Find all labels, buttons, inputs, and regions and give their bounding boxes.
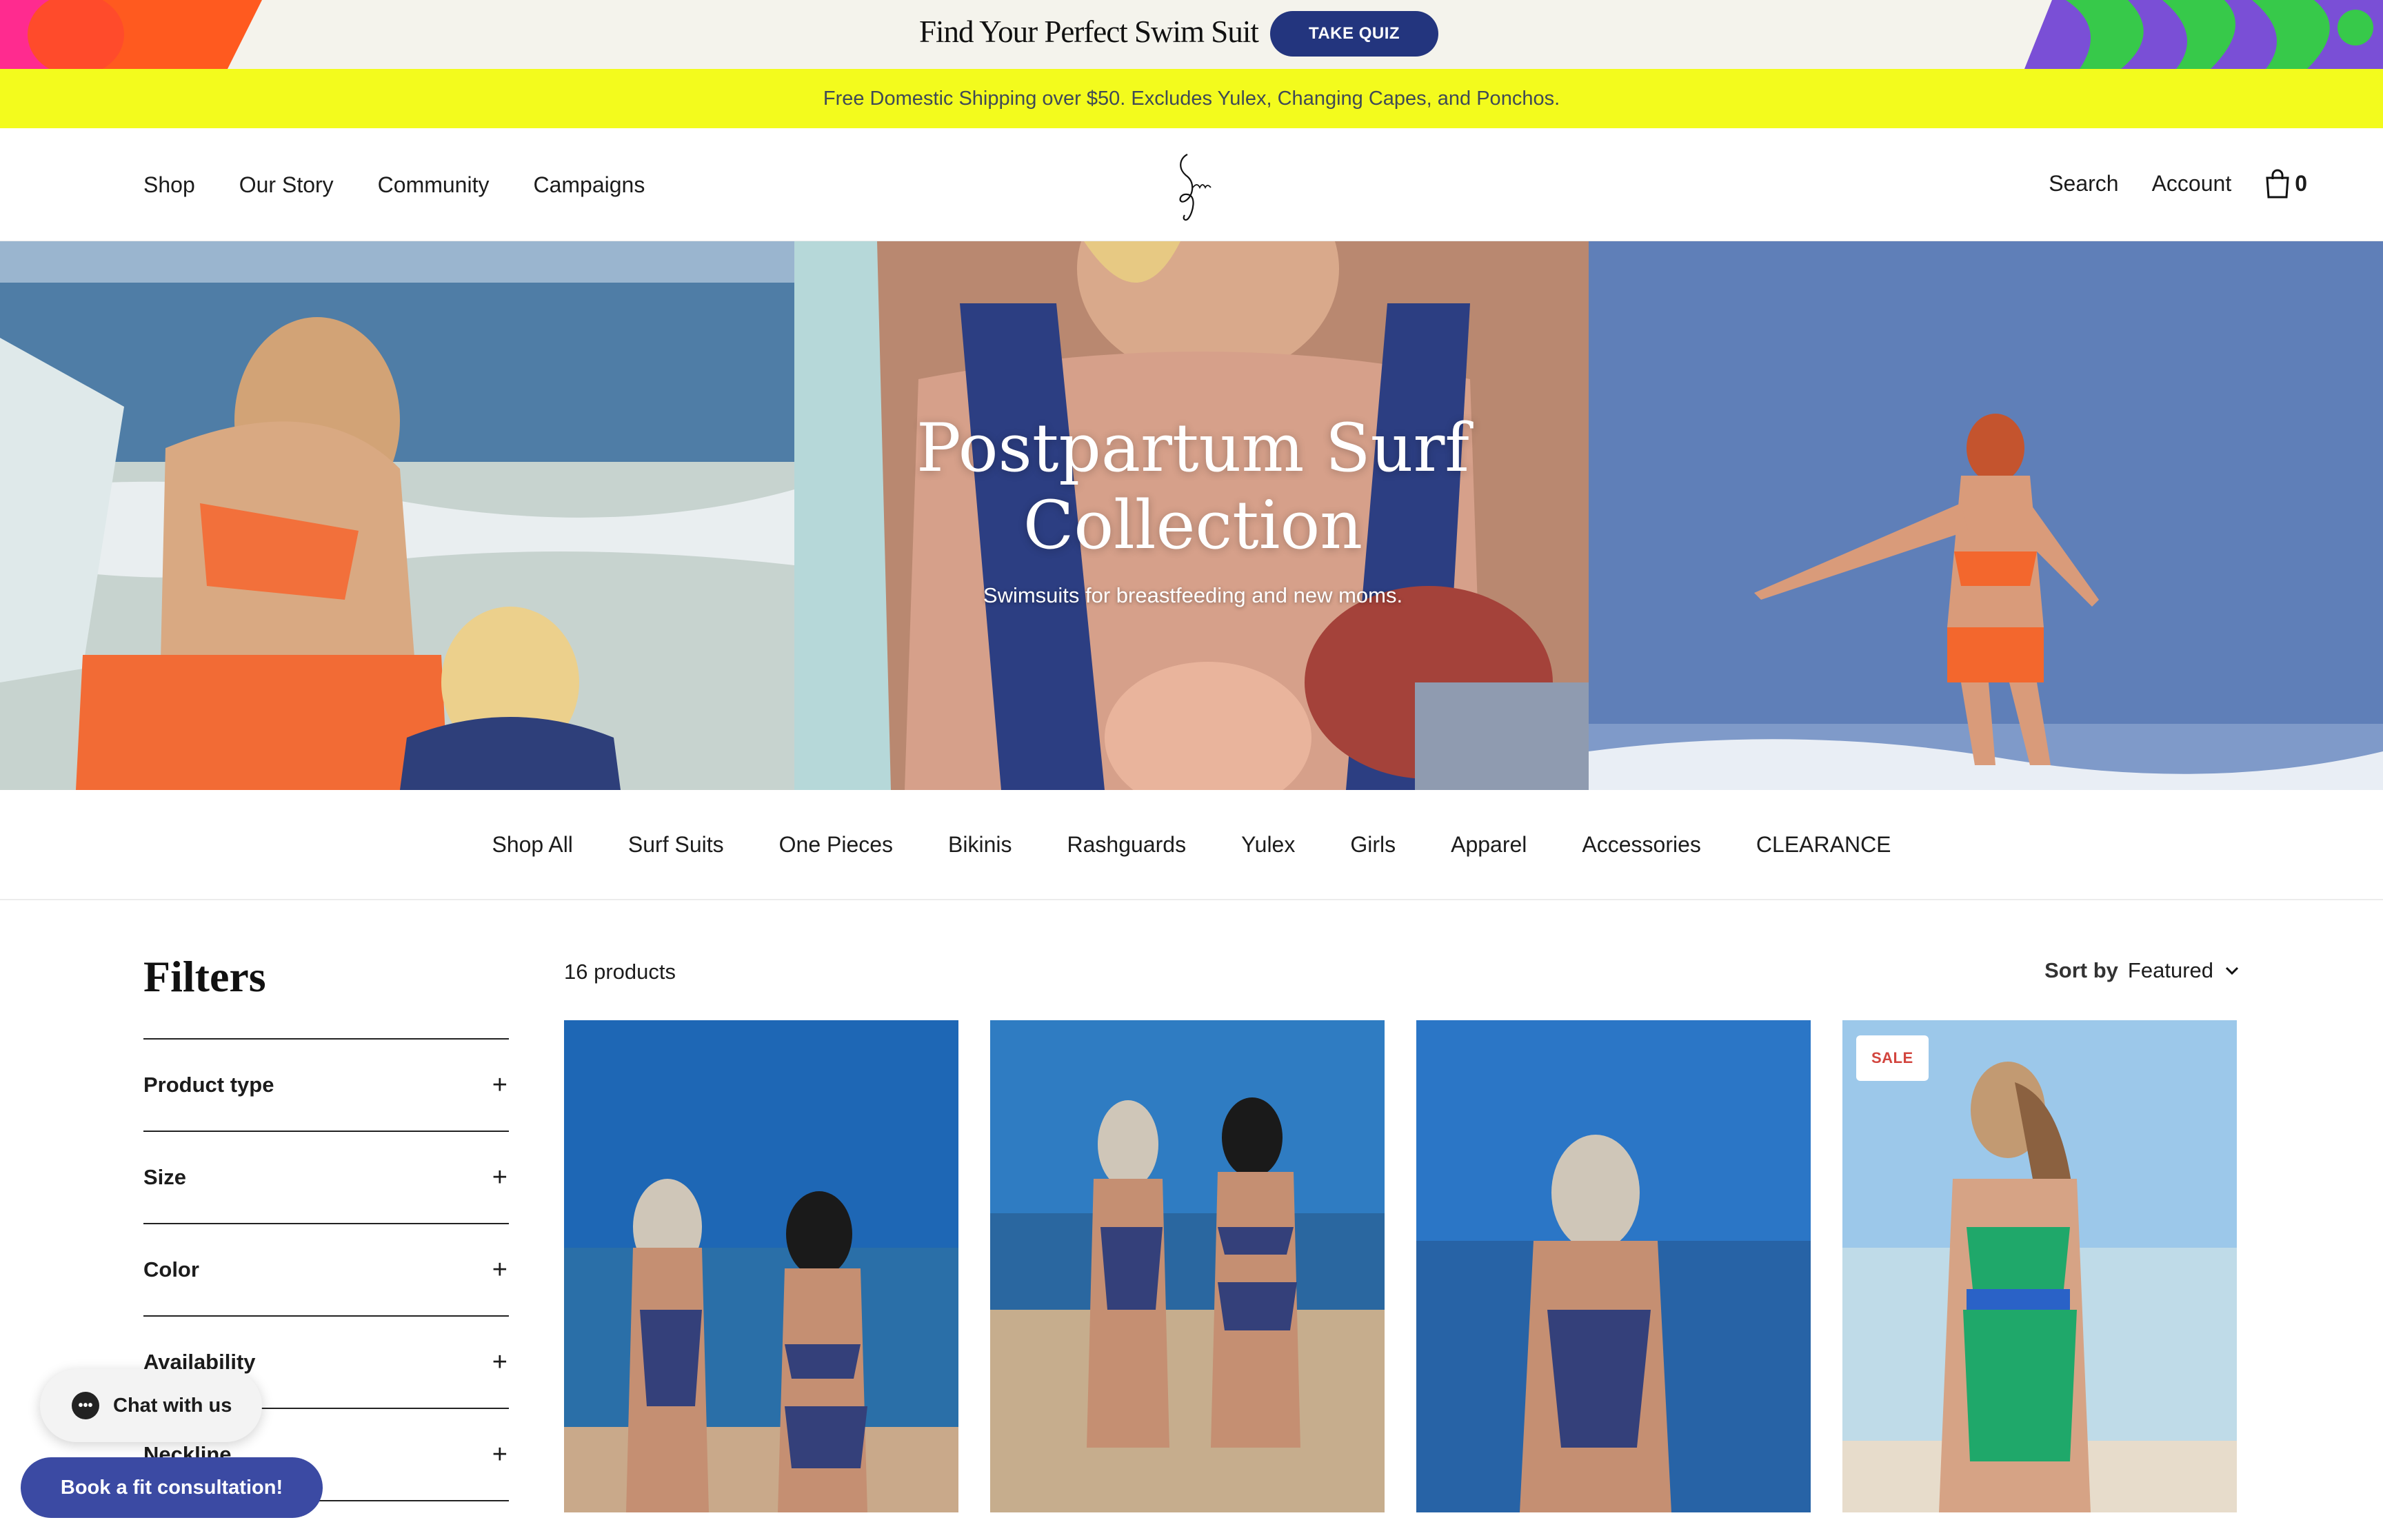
hero-text: Postpartum Surf Collection Swimsuits for… — [793, 409, 1593, 608]
sale-badge: SALE — [1856, 1035, 1929, 1081]
category-one-pieces[interactable]: One Pieces — [779, 832, 893, 858]
product-card[interactable] — [990, 1020, 1385, 1512]
chat-label: Chat with us — [113, 1394, 232, 1417]
cart-button[interactable]: 0 — [2264, 168, 2307, 199]
plus-icon: + — [492, 1255, 507, 1284]
hero-banner[interactable]: Postpartum Surf Collection Swimsuits for… — [0, 241, 2383, 790]
search-link[interactable]: Search — [2049, 171, 2118, 196]
brand-logo[interactable] — [1172, 149, 1214, 225]
decorative-blob-left — [0, 0, 262, 69]
plus-icon: + — [492, 1162, 507, 1192]
category-yulex[interactable]: Yulex — [1241, 832, 1295, 858]
category-accessories[interactable]: Accessories — [1582, 832, 1701, 858]
hero-image-right — [1589, 241, 2383, 790]
shipping-banner: Free Domestic Shipping over $50. Exclude… — [0, 69, 2383, 128]
filter-label: Size — [143, 1165, 187, 1189]
category-rashguards[interactable]: Rashguards — [1067, 832, 1187, 858]
take-quiz-button[interactable]: TAKE QUIZ — [1270, 11, 1438, 57]
plus-icon: + — [492, 1070, 507, 1100]
site-header: Shop Our Story Community Campaigns Searc… — [0, 128, 2383, 241]
hero-title: Postpartum Surf Collection — [916, 409, 1469, 564]
category-girls[interactable]: Girls — [1350, 832, 1396, 858]
category-clearance[interactable]: CLEARANCE — [1756, 832, 1891, 858]
product-card[interactable] — [1416, 1020, 1811, 1512]
category-shop-all[interactable]: Shop All — [492, 832, 572, 858]
sort-label: Sort by — [2044, 958, 2118, 982]
filter-color[interactable]: Color + — [143, 1224, 509, 1317]
hero-image-left — [0, 241, 794, 790]
category-bikinis[interactable]: Bikinis — [948, 832, 1012, 858]
product-grid: SALE — [564, 1020, 2237, 1512]
sort-value: Featured — [2127, 958, 2213, 982]
product-count: 16 products — [564, 960, 676, 984]
category-nav: Shop All Surf Suits One Pieces Bikinis R… — [0, 790, 2383, 900]
chevron-down-icon — [2225, 966, 2239, 975]
decorative-pattern-right — [2024, 0, 2383, 69]
category-apparel[interactable]: Apparel — [1451, 832, 1527, 858]
filter-label: Color — [143, 1257, 199, 1281]
product-card[interactable] — [564, 1020, 958, 1512]
category-surf-suits[interactable]: Surf Suits — [628, 832, 724, 858]
cart-count: 0 — [2295, 170, 2307, 196]
sort-dropdown[interactable]: Sort by Featured — [2044, 958, 2241, 983]
product-image — [564, 1020, 958, 1512]
filter-size[interactable]: Size + — [143, 1132, 509, 1224]
plus-icon: + — [492, 1347, 507, 1377]
main-nav: Shop Our Story Community Campaigns — [143, 172, 645, 198]
book-consultation-button[interactable]: Book a fit consultation! — [21, 1457, 323, 1518]
filter-product-type[interactable]: Product type + — [143, 1040, 509, 1132]
nav-shop[interactable]: Shop — [143, 172, 195, 198]
nav-our-story[interactable]: Our Story — [239, 172, 334, 198]
plus-icon: + — [492, 1439, 507, 1469]
utility-nav: Search Account 0 — [2049, 168, 2307, 199]
chat-bubble-icon: ••• — [72, 1392, 99, 1419]
account-link[interactable]: Account — [2152, 171, 2232, 196]
filters-title: Filters — [143, 952, 266, 1001]
promo-title: Find Your Perfect Swim Suit — [919, 14, 1259, 49]
product-card[interactable]: SALE — [1842, 1020, 2237, 1512]
product-image — [1416, 1020, 1811, 1512]
product-image — [1842, 1020, 2237, 1512]
chat-widget-button[interactable]: ••• Chat with us — [40, 1369, 262, 1442]
nav-community[interactable]: Community — [378, 172, 490, 198]
nav-campaigns[interactable]: Campaigns — [533, 172, 645, 198]
hero-subtitle: Swimsuits for breastfeeding and new moms… — [983, 583, 1403, 607]
shopping-bag-icon — [2266, 169, 2289, 199]
promo-bar: Find Your Perfect Swim Suit TAKE QUIZ — [0, 0, 2383, 69]
filter-label: Product type — [143, 1073, 274, 1097]
product-image — [990, 1020, 1385, 1512]
shipping-text: Free Domestic Shipping over $50. Exclude… — [823, 87, 1560, 110]
